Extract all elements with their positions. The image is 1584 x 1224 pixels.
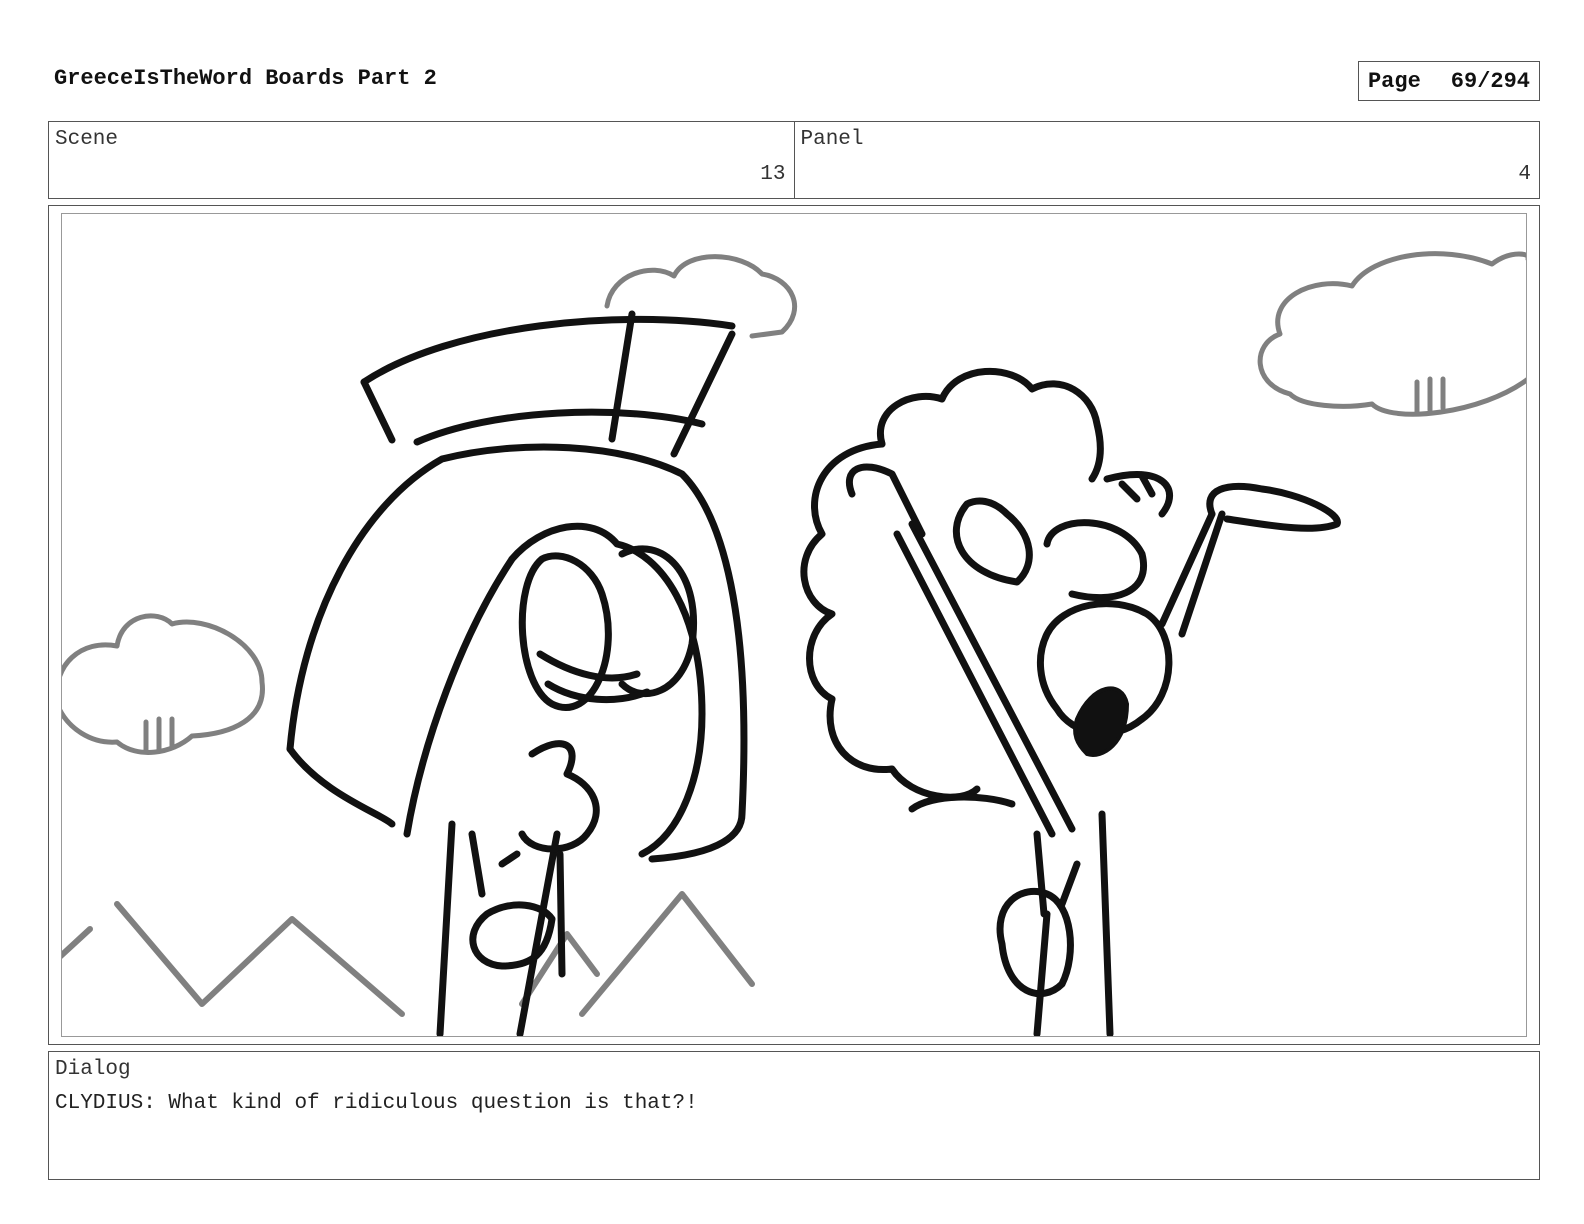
panel-number: 4 — [1518, 163, 1531, 186]
scene-panel-row: Scene 13 Panel 4 — [48, 121, 1540, 199]
page-number: 69/294 — [1450, 68, 1531, 94]
page-label: Page — [1367, 68, 1421, 94]
background-mountains — [62, 891, 755, 1017]
scene-number: 13 — [760, 163, 786, 186]
dialog-text: CLYDIUS: What kind of ridiculous questio… — [55, 1092, 698, 1115]
storyboard-panel-frame — [48, 205, 1540, 1045]
scene-cell: Scene 13 — [49, 122, 794, 198]
clydius-mouth — [1073, 686, 1130, 757]
soldier-character — [286, 310, 748, 1036]
scene-label: Scene — [55, 128, 119, 151]
sketch-illustration — [62, 251, 1526, 1036]
storyboard-drawing — [61, 213, 1527, 1037]
dialog-label: Dialog — [55, 1058, 131, 1081]
page-indicator: Page 69/294 — [1358, 61, 1540, 101]
document-title: GreeceIsTheWord Boards Part 2 — [54, 66, 437, 91]
panel-cell: Panel 4 — [793, 122, 1540, 198]
dialog-box: Dialog CLYDIUS: What kind of ridiculous … — [48, 1051, 1540, 1180]
panel-label: Panel — [800, 128, 864, 151]
clydius-character — [800, 367, 1341, 1036]
